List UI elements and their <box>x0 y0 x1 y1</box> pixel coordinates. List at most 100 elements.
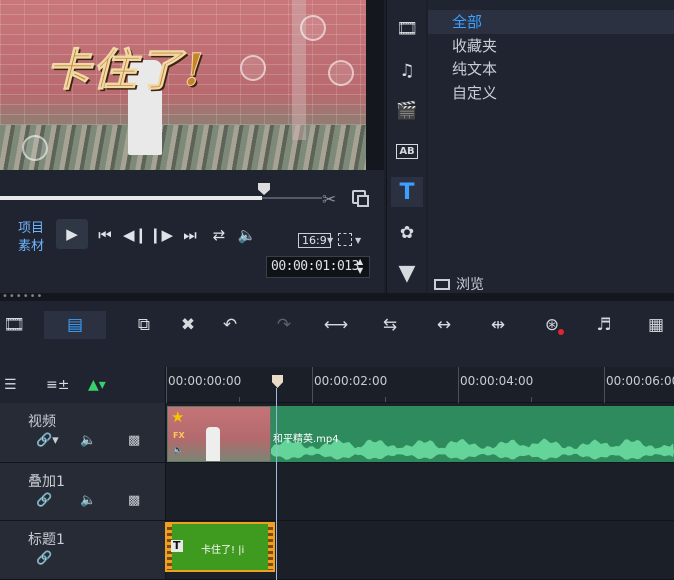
fit-width-icon: ⟷ <box>323 315 349 335</box>
browse-label: 浏览 <box>456 277 484 293</box>
library-item-all[interactable]: 全部 <box>428 10 674 34</box>
volume-icon[interactable]: 🔈 <box>80 493 96 508</box>
audio-library-button[interactable]: ♫ <box>391 56 423 86</box>
previous-frame-button[interactable]: ◀❙ <box>122 222 148 248</box>
ruler-major-tick <box>166 367 167 403</box>
chapter-button[interactable]: ▦ <box>642 311 670 339</box>
volume-button[interactable]: 🔈 <box>234 222 260 248</box>
copy-icon[interactable] <box>352 190 369 207</box>
chevron-down-icon[interactable]: ▼ <box>327 236 333 245</box>
undo-button[interactable]: ↶ <box>216 311 244 339</box>
volume-icon[interactable]: 🔈 <box>80 433 96 448</box>
audio-mixer-button[interactable]: ♬ <box>590 311 618 339</box>
redo-icon: ↷ <box>276 315 292 335</box>
preview-scrubber-track[interactable] <box>262 197 322 199</box>
repeat-icon: ⇄ <box>212 226 226 244</box>
playhead-line[interactable] <box>276 388 277 580</box>
browse-button[interactable]: 浏览 <box>434 274 484 294</box>
fit-timeline-button[interactable]: ⟷ <box>322 311 350 339</box>
timeline-view-button[interactable]: ▤ <box>44 311 106 339</box>
thumbnail-figure <box>206 427 220 461</box>
replace-clip-button[interactable]: ⧉ <box>130 311 158 339</box>
game-button-icon <box>300 15 326 41</box>
title-clip[interactable]: T 卡住了! |i <box>165 522 275 572</box>
link-icon[interactable]: 🔗▾ <box>36 433 59 448</box>
mode-project-label[interactable]: 项目 <box>18 217 44 236</box>
go-to-end-button[interactable]: ⏭ <box>177 222 203 248</box>
ground-area <box>0 125 366 170</box>
track-manager-icon[interactable]: ☰ <box>4 377 17 393</box>
split-button[interactable]: ↔ <box>430 311 458 339</box>
pan-zoom-icon: ⇹ <box>490 315 506 335</box>
film-stack-icon: 🎞 <box>396 19 418 39</box>
link-icon[interactable]: 🔗 <box>36 493 52 508</box>
preview-scrubber-progress[interactable] <box>0 196 262 200</box>
timecode-field[interactable]: 00:00:01:013 <box>266 256 370 278</box>
track-header-title[interactable]: 标题1 🔗 <box>0 521 166 580</box>
game-button-icon <box>22 135 48 161</box>
add-track-icon[interactable]: ≡± <box>46 377 69 393</box>
preview-side-strip <box>366 0 384 170</box>
track-header-overlay[interactable]: 叠加1 🔗 🔈 ▩ <box>0 463 166 521</box>
library-item-plain-text[interactable]: 纯文本 <box>428 57 674 81</box>
transition-library-button[interactable]: AB <box>391 136 423 166</box>
record-button[interactable]: ⊛ <box>538 311 566 339</box>
timeline-ruler[interactable]: 00:00:00:00 00:00:02:00 00:00:04:00 00:0… <box>166 367 674 403</box>
title-clip-text: 卡住了! |i <box>201 545 245 556</box>
redo-button[interactable]: ↷ <box>270 311 298 339</box>
play-icon: ▶ <box>66 225 78 243</box>
skip-end-icon: ⏭ <box>183 226 197 244</box>
graphics-library-button[interactable]: ✿ <box>391 218 423 248</box>
mode-clip-label[interactable]: 素材 <box>18 235 44 254</box>
tools-icon: ✖ <box>180 315 196 335</box>
scrubber-thumb[interactable] <box>258 183 270 195</box>
crop-icon[interactable] <box>338 233 352 246</box>
step-back-icon: ◀❙ <box>122 226 148 244</box>
scissors-icon[interactable]: ✂ <box>322 190 336 210</box>
clip-trim-handle-right[interactable] <box>268 524 273 570</box>
link-icon[interactable]: 🔗 <box>36 551 52 566</box>
ruler-tick-label: 00:00:02:00 <box>314 374 388 388</box>
triangle-down-icon: ▼ <box>398 260 416 286</box>
track-header-video[interactable]: 视频 🔗▾ 🔈 ▩ <box>0 403 166 463</box>
next-frame-button[interactable]: ❙▶ <box>148 222 174 248</box>
library-item-custom[interactable]: 自定义 <box>428 81 674 105</box>
grip-handle-icon[interactable]: •••••• <box>2 292 43 302</box>
checker-grid-icon[interactable]: ▩ <box>128 493 140 508</box>
add-marker-icon[interactable]: ▲▾ <box>88 377 106 393</box>
game-button-icon <box>328 60 354 86</box>
title-library-button[interactable]: T <box>391 177 423 207</box>
pan-zoom-button[interactable]: ⇹ <box>484 311 512 339</box>
ruler-tick-label: 00:00:06:00 <box>606 374 674 388</box>
instant-project-button[interactable]: 🎬 <box>391 96 423 126</box>
browse-folder-icon <box>434 279 450 290</box>
library-list-panel: 全部 收藏夹 纯文本 自定义 <box>428 0 674 293</box>
tools-button[interactable]: ✖ <box>174 311 202 339</box>
film-reel-icon: ⊛ <box>544 315 560 335</box>
media-library-button[interactable]: 🎞 <box>391 14 423 44</box>
checker-grid-icon[interactable]: ▩ <box>128 433 140 448</box>
library-item-favorites[interactable]: 收藏夹 <box>428 34 674 58</box>
more-categories-button[interactable]: ▼ <box>391 258 423 288</box>
ruler-tick-label: 00:00:04:00 <box>460 374 534 388</box>
aspect-ratio-selector[interactable]: 16:9 <box>298 233 331 248</box>
repeat-button[interactable]: ⇄ <box>206 222 232 248</box>
go-to-start-button[interactable]: ⏮ <box>92 222 118 248</box>
fx-badge-icon: FX <box>173 431 185 440</box>
timeline-options: ☰ ≡± ▲▾ <box>0 367 166 403</box>
ruler-minor-tick <box>239 397 240 402</box>
title-overlay-text[interactable]: 卡住了! <box>45 34 205 98</box>
video-clip-thumbnail[interactable]: ★ FX 🔈 <box>167 406 271 462</box>
storyboard-view-button[interactable]: 🎞 <box>0 311 28 339</box>
clapper-icon: 🎬 <box>396 101 418 121</box>
panel-divider[interactable] <box>0 293 674 301</box>
preview-video-frame[interactable]: 卡住了! <box>0 0 366 170</box>
title-t-icon: T <box>399 179 415 205</box>
chevron-down-icon[interactable]: ▼ <box>355 236 361 245</box>
trim-button[interactable]: ⇆ <box>376 311 404 339</box>
track-lane-overlay[interactable] <box>166 463 674 521</box>
play-button[interactable]: ▶ <box>56 219 88 249</box>
timecode-stepper-icon[interactable]: ▲ ▼ <box>357 257 363 275</box>
track-name: 叠加1 <box>28 474 65 490</box>
volume-icon: 🔈 <box>237 226 257 244</box>
